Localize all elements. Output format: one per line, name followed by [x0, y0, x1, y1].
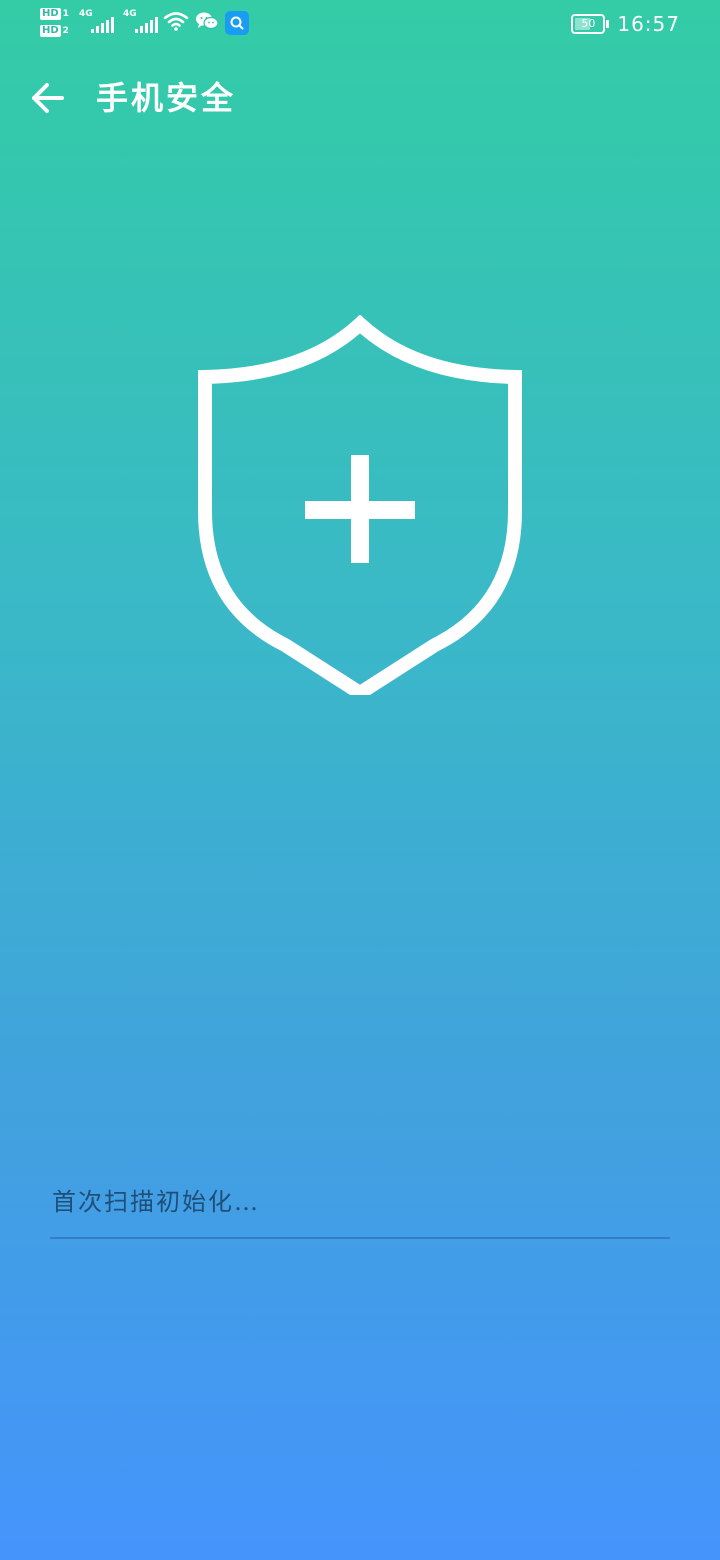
scan-status-text: 首次扫描初始化…	[52, 1188, 260, 1216]
hd-badge: HD	[40, 25, 61, 37]
sim-number: 1	[62, 9, 69, 19]
status-bar-left: HD 1 HD 2 4G 4G	[40, 8, 249, 37]
arrow-left-icon	[32, 83, 64, 113]
wifi-icon	[163, 10, 189, 36]
status-bar-right: 50 16:57	[571, 12, 680, 36]
clock: 16:57	[617, 12, 680, 36]
hd-badge: HD	[40, 8, 61, 20]
battery-level: 50	[581, 17, 596, 30]
battery-icon: 50	[571, 14, 610, 34]
status-bar: HD 1 HD 2 4G 4G 50 16:57	[0, 0, 720, 52]
back-button[interactable]	[26, 76, 70, 120]
app-bar: 手机安全	[0, 68, 720, 128]
signal-icon: 4G	[79, 9, 114, 37]
shield-plus-icon	[195, 314, 525, 702]
phone-security-screen: HD 1 HD 2 4G 4G 50 16:57 手机安全 首次扫描初始化…	[0, 0, 720, 1560]
sim2-indicator: HD 2	[40, 25, 69, 37]
signal-icon: 4G	[123, 9, 158, 37]
sim-number: 2	[62, 26, 69, 36]
search-app-icon	[224, 10, 249, 35]
page-title: 手机安全	[96, 79, 237, 117]
wechat-icon	[195, 11, 219, 35]
sim-indicators: HD 1 HD 2	[40, 8, 69, 37]
scan-progress-bar	[50, 1237, 670, 1239]
sim1-indicator: HD 1	[40, 8, 69, 20]
